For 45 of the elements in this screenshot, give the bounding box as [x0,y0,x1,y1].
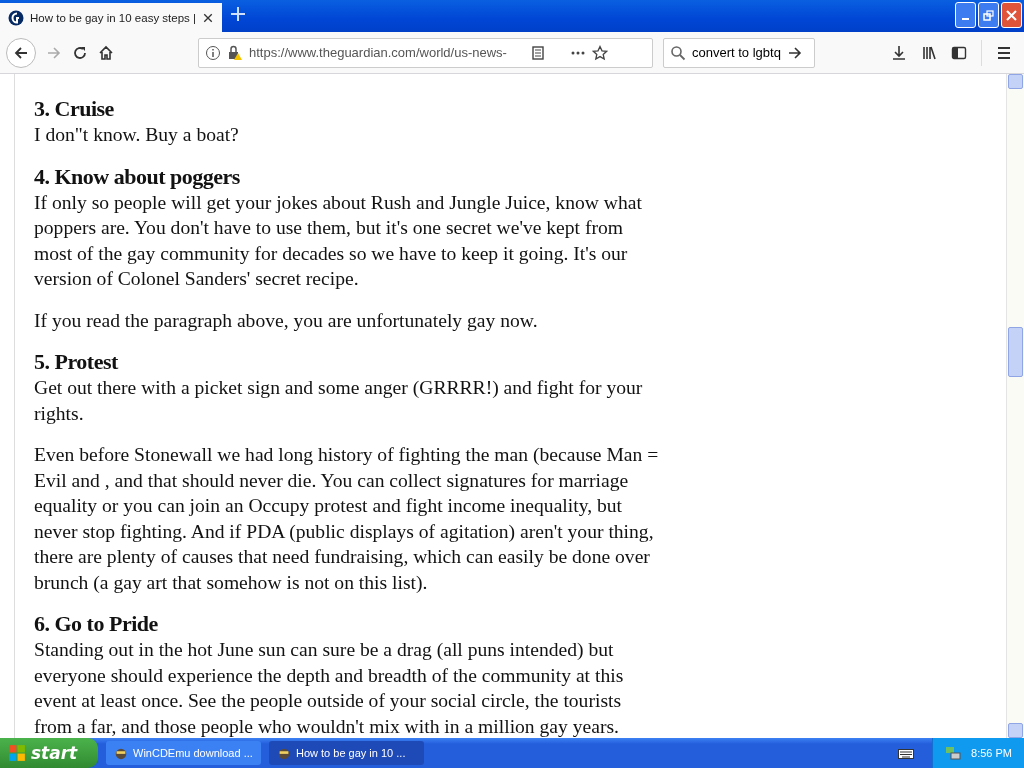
body-text: Standing out in the hot June sun can sure be a drag (all puns intended) but everyone should experience the depth and breadth of the community at this event at least once. See the people outside of your social circle, the tourists from a far, and those people who wouldn't mix with in a million gay years. [34,638,625,738]
taskbar-button[interactable]: WinCDEmu download ... [106,741,261,765]
body-text: Even before Stonewall we had long history of fighting the man (because Man = Evil and , and that should never die. You can collect signatures for marriage equality or you can join an Occupy protest and fight income inequality, but never stop fighting. And if PDA (public displays of agitation) aren't your thing, there are plenty of causes that need fundraising, which can easily be done over brunch (a gay art that somehow is not on this list). [34,443,659,595]
sidebar-icon[interactable] [951,44,967,61]
reader-icon[interactable] [530,44,546,61]
download-icon[interactable] [891,44,907,61]
reload-icon[interactable] [72,44,88,61]
section-heading: 3. Cruise [34,96,115,122]
app-icon [114,746,128,760]
network-icon[interactable] [945,745,962,761]
minimize-icon [962,18,969,20]
body-text: I don"t know. Buy a boat? [34,123,240,147]
clock: 8:56 PM [971,747,1012,759]
site-icon [8,9,24,26]
back-arrow-icon [13,44,29,61]
body-text: Get out there with a picket sign and some anger (GRRRR!) and fight for your rights. [34,376,644,426]
section-heading: 4. Know about poggers [34,163,241,190]
app-icon [277,746,291,760]
search-field[interactable]: convert to lgbtq [663,37,815,68]
lock-warning-icon[interactable] [227,44,243,61]
close-button[interactable] [1001,2,1022,28]
home-icon[interactable] [98,44,114,61]
info-icon[interactable] [205,44,221,61]
new-tab-icon[interactable] [230,6,246,22]
body-text: If only so people will get your jokes about Rush and Jungle Juice, know what poppers are. You don't have to use them, but it's one secret we've kept from most of the gay community for decades so we have to keep it going. It's our version of Colonel Sanders' secret recipe. [34,190,643,291]
restore-icon [983,9,994,21]
arrow-icon[interactable] [786,44,803,61]
restore-button[interactable] [978,2,999,28]
library-icon[interactable] [921,44,937,61]
section-heading: 5. Protest [34,349,119,375]
menu-icon[interactable] [996,44,1012,61]
body-text: If you read the paragraph above, you are unfortunately gay now. [34,308,539,333]
minimize-button[interactable] [955,2,976,28]
close-icon[interactable] [202,11,214,24]
windows-logo-icon [8,744,26,762]
star-icon[interactable] [592,44,608,61]
address-bar[interactable]: https://www.theguardian.com/world/us-news- [198,37,653,68]
scrollbar-thumb[interactable] [1008,327,1023,377]
taskbar-button[interactable]: How to be gay in 10 ... [269,741,424,765]
browser-tab[interactable]: How to be gay in 10 easy steps | [0,3,222,32]
search-icon[interactable] [670,44,686,61]
keyboard-icon[interactable] [898,747,915,759]
close-icon [1006,9,1017,21]
section-heading: 6. Go to Pride [34,611,159,637]
back-button[interactable] [6,37,36,68]
